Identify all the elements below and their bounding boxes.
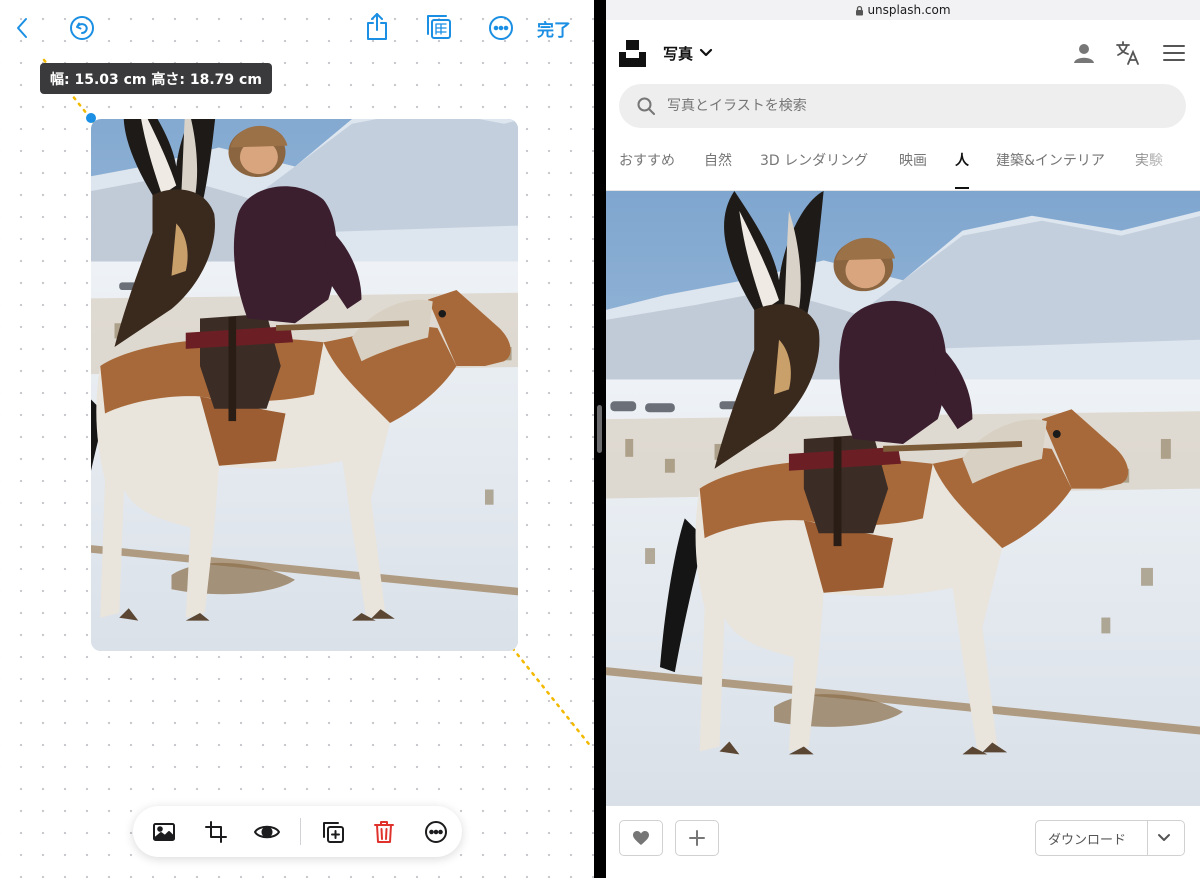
toolbar-divider [300,818,301,845]
chevron-left-icon [17,18,27,38]
chevron-down-icon[interactable] [1156,830,1172,846]
search-input[interactable] [667,98,1147,114]
lock-icon [856,5,864,15]
trash-icon [374,821,394,843]
undo-button[interactable] [66,12,98,44]
image-icon [153,823,175,841]
image-edit-toolbar [133,806,462,857]
more-icon [489,16,513,40]
done-button[interactable]: 完了 [533,14,575,42]
back-button[interactable] [8,12,36,44]
eye-icon [254,825,280,839]
duplicate-icon [323,822,344,843]
crop-icon [205,821,227,843]
tab-featured[interactable]: おすすめ [619,150,675,170]
more-actions-button[interactable] [420,816,452,848]
translate-icon [1116,41,1139,65]
size-tooltip: 幅: 15.03 cm 高さ: 18.79 cm [40,63,272,94]
menu-icon [1163,45,1185,61]
tab-film[interactable]: 映画 [899,150,927,170]
copies-button[interactable] [423,11,455,43]
language-button[interactable] [1113,38,1143,68]
media-type-label: 写真 [663,44,694,63]
tab-people[interactable]: 人 [955,150,969,170]
tab-nature[interactable]: 自然 [704,150,732,170]
replace-image-button[interactable] [148,816,180,848]
more-options-button[interactable] [486,12,516,44]
crop-button[interactable] [200,816,232,848]
share-icon [367,13,387,40]
active-tab-indicator [955,187,969,189]
tab-architecture-interior[interactable]: 建築&インテリア [996,150,1105,170]
more-icon [425,821,447,843]
share-button[interactable] [362,10,392,44]
canvas-image[interactable] [91,119,518,651]
download-label: ダウンロード [1048,832,1127,848]
download-split-divider [1147,821,1148,855]
add-to-collection-button[interactable] [675,820,719,856]
preview-button[interactable] [251,816,283,848]
photo-preview[interactable] [606,191,1200,806]
chevron-down-icon [699,48,713,57]
undo-icon [70,16,94,40]
media-type-dropdown[interactable]: 写真 [663,41,713,65]
delete-button[interactable] [368,816,400,848]
copies-icon [427,15,451,39]
split-view-handle[interactable] [597,405,602,453]
plus-icon [689,830,705,846]
heart-icon [633,831,649,845]
resize-handle[interactable] [86,113,96,123]
account-button[interactable] [1069,38,1099,68]
category-tabs: おすすめ 自然 3D レンダリング 映画 人 建築&インテリア 実験 [619,138,1200,190]
tabs-fade [1130,138,1200,190]
search-icon [637,97,655,115]
like-button[interactable] [619,820,663,856]
menu-button[interactable] [1159,38,1189,68]
duplicate-button[interactable] [317,816,349,848]
browser-pane: unsplash.com 写真 おすすめ 自然 3D レンダリング 映画 [606,0,1200,878]
unsplash-logo[interactable] [619,40,646,67]
address-bar[interactable]: unsplash.com [606,0,1200,20]
canvas-pane[interactable]: 完了 幅: 15.03 cm 高さ: 18.79 cm [0,0,594,878]
user-icon [1074,44,1094,63]
url-domain: unsplash.com [867,3,951,17]
tab-3d-renders[interactable]: 3D レンダリング [760,150,868,170]
search-bar[interactable] [619,84,1186,128]
download-button[interactable]: ダウンロード [1035,820,1185,856]
